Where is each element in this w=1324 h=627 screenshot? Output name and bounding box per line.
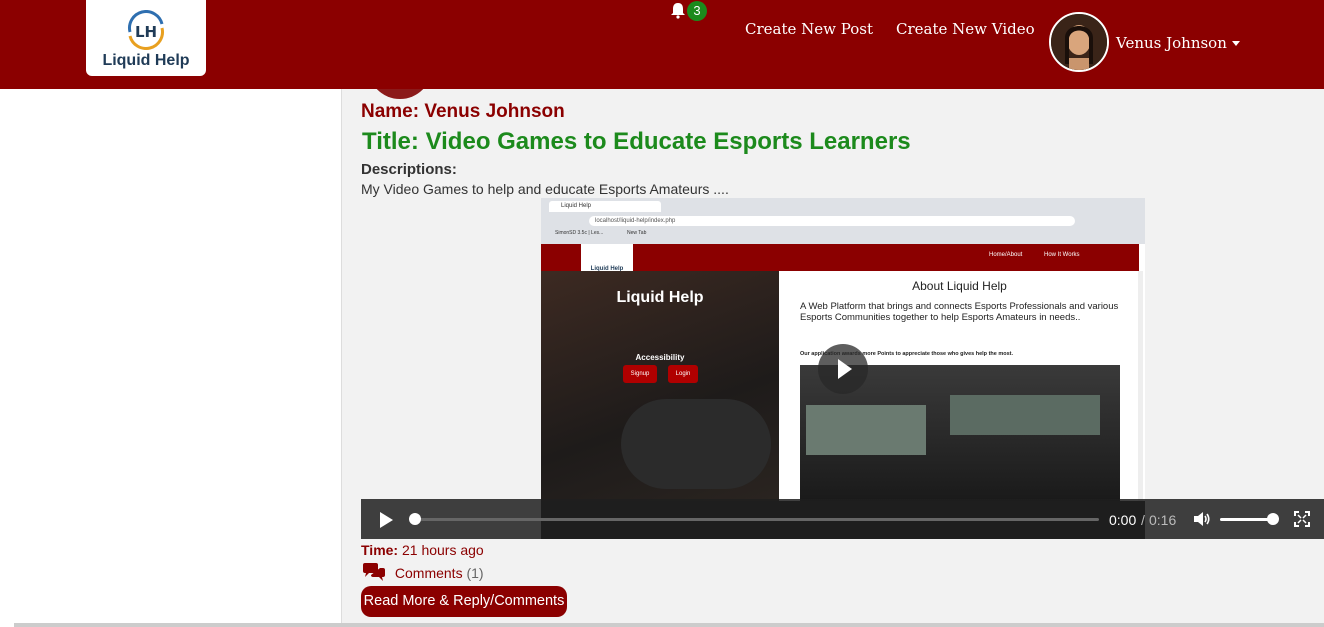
video-controls: 0:00 / 0:16 (361, 499, 1324, 539)
comments-icon (363, 563, 385, 581)
create-new-post-link[interactable]: Create New Post (745, 20, 873, 38)
notification-badge: 3 (687, 1, 707, 21)
create-new-video-link[interactable]: Create New Video (896, 20, 1035, 38)
recorded-about-title: About Liquid Help (912, 279, 1007, 293)
logo-text: Liquid Help (102, 52, 190, 69)
liquid-help-logo-icon: LH (128, 10, 164, 50)
seek-handle[interactable] (409, 513, 421, 525)
time-separator: / (1141, 512, 1145, 528)
recorded-url: localhost/liquid-help/index.php (589, 216, 1075, 226)
time-value: 21 hours ago (401, 542, 484, 558)
recorded-scrollbar (1138, 271, 1143, 501)
recorded-bookmark-1: SimonSD 3.5c | Les... (555, 230, 604, 236)
bottom-divider (14, 623, 1324, 627)
post-title: Title: Video Games to Educate Esports Le… (362, 128, 911, 155)
recorded-about-text: A Web Platform that brings and connects … (800, 301, 1119, 323)
dropdown-caret-icon[interactable] (1232, 41, 1240, 46)
current-time: 0:00 (1109, 512, 1137, 528)
recorded-signup: Signup (623, 365, 657, 383)
user-avatar[interactable] (1049, 12, 1109, 72)
bell-icon[interactable] (669, 1, 687, 19)
recorded-nav-home: Home/About (989, 252, 1023, 258)
recorded-login: Login (668, 365, 698, 383)
recorded-tab: Liquid Help (549, 201, 661, 212)
recorded-hero-title: Liquid Help (616, 289, 704, 306)
logo-monogram: LH (135, 23, 157, 41)
logo-link[interactable]: LH Liquid Help (86, 0, 206, 76)
left-sidebar (0, 89, 342, 627)
volume-icon[interactable] (1193, 511, 1211, 527)
post-author-name: Name: Venus Johnson (361, 101, 565, 122)
descriptions-label: Descriptions: (361, 161, 457, 178)
recorded-browser-bar: Liquid Help localhost/liquid-help/index.… (541, 198, 1145, 244)
recorded-bookmark-2: New Tab (627, 230, 647, 236)
post-time: Time: 21 hours ago (361, 542, 484, 558)
recorded-monitor-left (806, 405, 926, 455)
recorded-play-overlay-icon (818, 344, 868, 394)
navbar: LH Liquid Help 3 Create New Post Create … (0, 0, 1324, 89)
recorded-monitor-right (950, 395, 1100, 435)
read-more-reply-comments-button[interactable]: Read More & Reply/Comments (361, 586, 567, 617)
recorded-controller-image (621, 399, 771, 489)
duration: 0:16 (1149, 512, 1177, 528)
seek-bar[interactable] (415, 518, 1099, 521)
post-description: My Video Games to help and educate Espor… (361, 181, 729, 197)
volume-handle[interactable] (1266, 513, 1279, 525)
comments-link[interactable]: Comments (1) (361, 562, 484, 582)
comments-count: (1) (466, 565, 484, 581)
recorded-accessibility: Accessibility (635, 353, 685, 362)
video-player[interactable]: Liquid Help localhost/liquid-help/index.… (361, 198, 1324, 539)
fullscreen-icon[interactable] (1294, 511, 1310, 527)
user-menu-name[interactable]: Venus Johnson (1116, 34, 1227, 52)
comments-label: Comments (394, 565, 463, 581)
time-label: Time: (361, 542, 399, 558)
volume-slider[interactable] (1220, 518, 1272, 521)
post-author-avatar (368, 89, 432, 99)
recorded-nav-how: How It Works (1044, 252, 1080, 258)
play-button-icon[interactable] (380, 512, 393, 528)
user-photo (1051, 14, 1107, 70)
recorded-hero: Liquid Help Accessibility Signup Login (541, 271, 779, 501)
